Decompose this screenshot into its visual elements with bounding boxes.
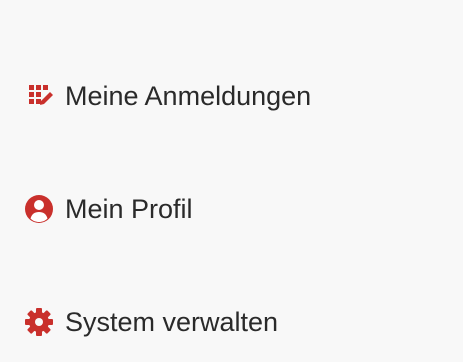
menu-item-system-verwalten[interactable]: System verwalten (24, 302, 278, 342)
gear-icon (24, 307, 54, 337)
calendar-edit-icon (24, 81, 54, 111)
side-menu: Meine Anmeldungen Mein Profil System ver… (0, 0, 463, 362)
menu-item-label: Mein Profil (65, 194, 193, 224)
menu-item-label: System verwalten (65, 307, 279, 337)
menu-item-label: Meine Anmeldungen (65, 81, 312, 111)
user-circle-icon (24, 194, 54, 224)
menu-item-meine-anmeldungen[interactable]: Meine Anmeldungen (24, 76, 311, 116)
menu-item-mein-profil[interactable]: Mein Profil (24, 189, 193, 229)
